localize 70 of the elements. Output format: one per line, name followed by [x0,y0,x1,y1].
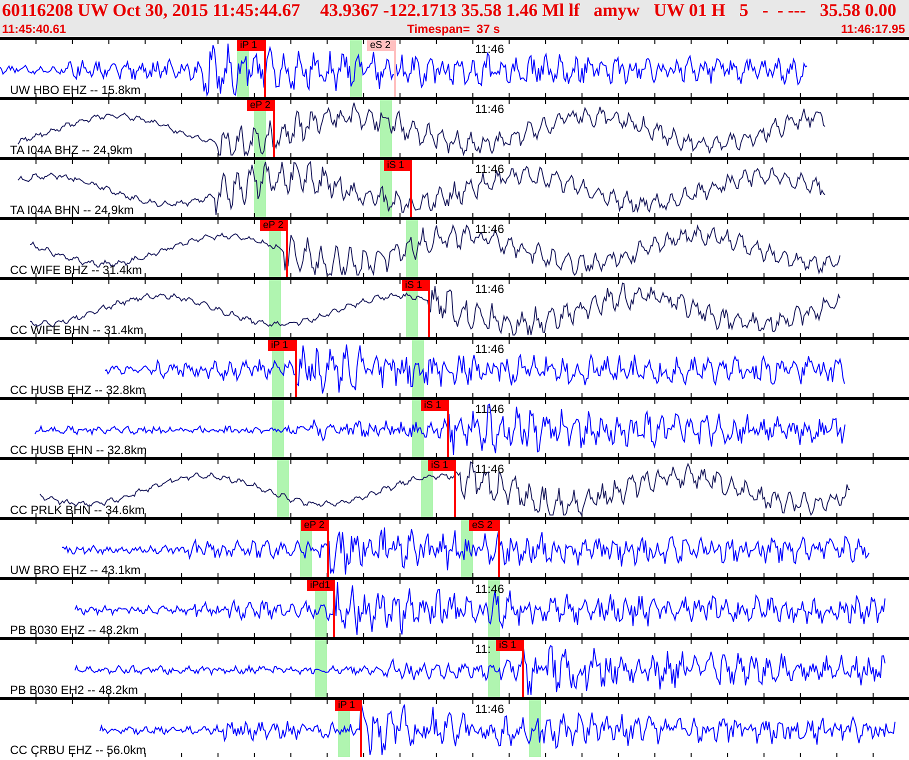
time-label: 11:46 [475,102,504,116]
pick-label[interactable]: iS 1 [384,160,411,171]
pick-window [269,280,281,337]
time-label: 11: [475,642,491,656]
pick-line [264,40,266,97]
pick-label[interactable]: iP 1 [237,40,265,51]
event-field: 35.58 0.00 [820,0,896,21]
station-label: UW HBO EHZ -- 15.8km [10,83,141,97]
time-label: 11:46 [475,582,504,596]
pick-line [327,520,329,577]
station-label: TA I04A BHN -- 24.9km [10,203,134,217]
station-label: CC WIFE BHN -- 31.4km [10,323,144,337]
pick-window [350,40,362,97]
pick-label[interactable]: iP 1 [335,700,361,711]
end-time: 11:46:17.95 [840,21,905,37]
pick-window [529,700,541,757]
station-label: PB B030 EHZ -- 48.2km [10,623,139,637]
station-label: PB B030 EH2 -- 48.2km [10,683,138,697]
station-label: CC WIFE BHZ -- 31.4km [10,263,142,277]
pick-label[interactable]: iP 1 [268,340,296,351]
pick-line [522,640,524,697]
time-label: 11:46 [475,462,504,476]
pick-line [394,40,396,97]
event-field: UW 01 H [654,0,726,21]
pick-window [421,460,433,517]
pick-window [406,220,418,277]
time-label: 11:46 [475,162,504,176]
station-label: CC HUSB EHN -- 32.8km [10,443,147,457]
time-label: 11:46 [475,702,504,716]
pick-label[interactable]: iS 1 [402,280,429,291]
station-label: CC PRLK BHN -- 34.6km [10,503,145,517]
pick-window [412,340,424,397]
pick-line [333,580,335,637]
pick-line [498,520,500,577]
timespan-label: Timespan= 37 s [407,21,500,37]
pick-line [360,700,362,757]
station-label: CC CRBU EHZ -- 56.0km [10,743,146,757]
station-label: UW BRO EHZ -- 43.1km [10,563,141,577]
event-field: 60116208 UW Oct 30, 2015 11:45:44.67 [2,0,300,21]
event-field: - - --- [762,0,806,21]
time-label: 11:46 [475,222,504,236]
pick-line [454,460,456,517]
event-field: amyw [594,0,640,21]
time-label: 11:46 [475,282,504,296]
station-label: CC HUSB EHZ -- 32.8km [10,383,146,397]
pick-label[interactable]: iPd1 [307,580,334,591]
pick-line [273,100,275,157]
start-time: 11:45:40.61 [2,21,66,37]
pick-line [447,400,449,457]
pick-label[interactable]: eS 2 [469,520,499,531]
pick-window [380,100,392,157]
pick-window [277,460,289,517]
pick-line [286,220,288,277]
station-label: TA I04A BHZ -- 24.9km [10,143,132,157]
pick-window [272,400,284,457]
time-label: 11:46 [475,42,504,56]
pick-label[interactable]: eS 2 [367,40,395,51]
pick-line [428,280,430,337]
pick-label[interactable]: iS 1 [421,400,448,411]
event-field: 43.9367 -122.1713 35.58 1.46 Ml lf [320,0,580,21]
pick-label[interactable]: iS 1 [428,460,455,471]
pick-label[interactable]: iS 1 [496,640,523,651]
event-field: 5 [739,0,748,21]
pick-label[interactable]: eP 2 [247,100,274,111]
pick-label[interactable]: eP 2 [301,520,328,531]
pick-line [410,160,412,217]
pick-label[interactable]: eP 2 [260,220,287,231]
pick-line [295,340,297,397]
pick-window [315,640,327,697]
time-label: 11:46 [475,342,504,356]
